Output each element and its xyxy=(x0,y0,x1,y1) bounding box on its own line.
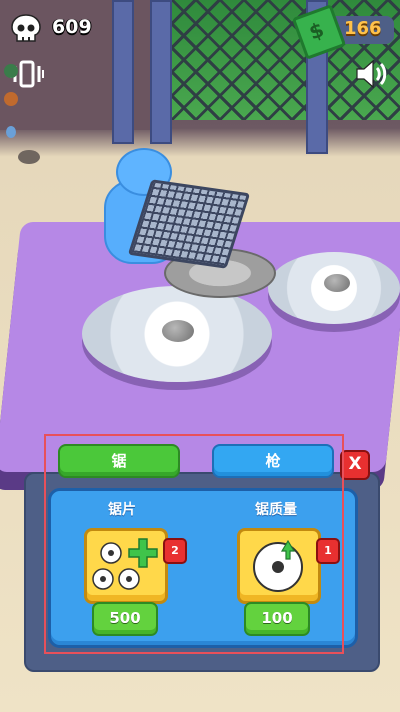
fence-post xyxy=(150,0,172,144)
selection-highlight xyxy=(44,434,344,654)
skull-icon xyxy=(11,14,41,42)
fence-post xyxy=(112,0,134,144)
side-status-icon xyxy=(6,126,16,138)
kill-counter: 609 xyxy=(52,16,92,38)
side-status-icon xyxy=(4,92,18,106)
rock xyxy=(18,150,40,164)
speaker-icon[interactable] xyxy=(354,58,388,90)
saw-hub xyxy=(162,320,194,342)
spinning-saw-blade xyxy=(63,276,291,392)
money-counter: 166 xyxy=(344,18,382,39)
side-status-icon xyxy=(4,64,18,78)
saw-hub xyxy=(324,274,350,292)
close-button[interactable]: X xyxy=(340,450,370,480)
spinning-saw-blade xyxy=(254,244,400,332)
